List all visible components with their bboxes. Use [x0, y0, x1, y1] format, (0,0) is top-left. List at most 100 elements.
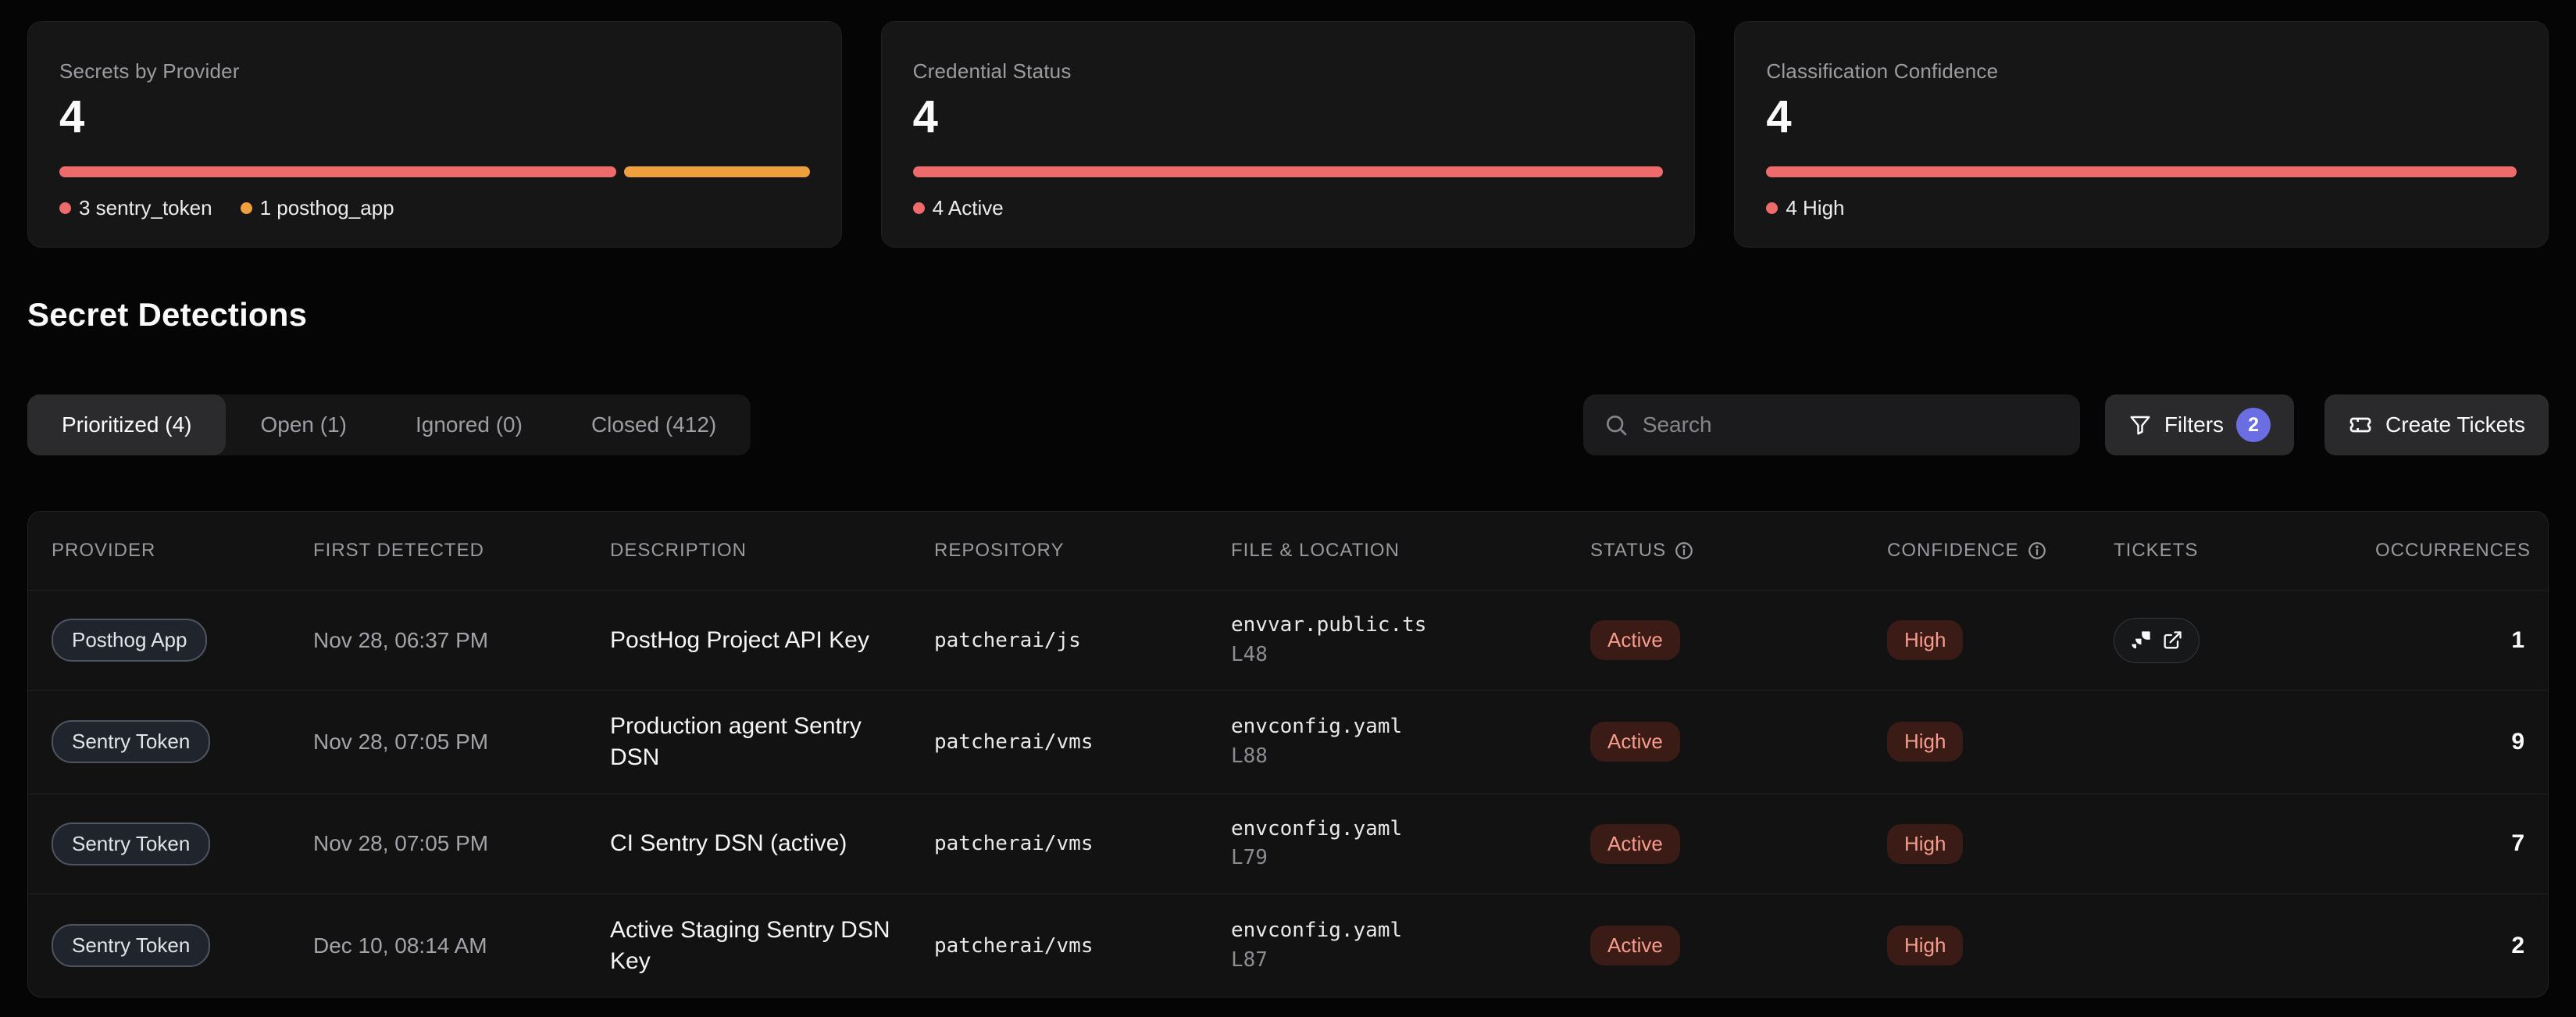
column-header-provider: PROVIDER [52, 540, 313, 562]
stat-card-bar [59, 166, 810, 177]
tab-ignored[interactable]: Ignored (0) [381, 394, 557, 455]
file-path: envconfig.yaml [1231, 916, 1590, 946]
confidence-cell: High [1887, 722, 2114, 762]
info-icon[interactable] [1674, 541, 1694, 561]
status-badge: Active [1590, 926, 1680, 965]
first-detected-cell: Nov 28, 07:05 PM [313, 831, 610, 856]
ticket-link-button[interactable] [2114, 618, 2200, 663]
filters-count-badge: 2 [2236, 408, 2271, 442]
confidence-cell: High [1887, 620, 2114, 660]
provider-badge: Sentry Token [52, 823, 210, 865]
file-location-cell: envconfig.yaml L88 [1231, 712, 1590, 771]
description-cell: CI Sentry DSN (active) [610, 828, 934, 859]
stat-card-legend: 3 sentry_token 1 posthog_app [59, 196, 810, 220]
column-header-file-location: FILE & LOCATION [1231, 540, 1590, 562]
ticket-icon [2348, 412, 2373, 437]
provider-badge: Sentry Token [52, 720, 210, 763]
status-cell: Active [1590, 620, 1887, 660]
provider-badge: Posthog App [52, 619, 207, 662]
column-header-first-detected: FIRST DETECTED [313, 540, 610, 562]
filter-funnel-icon [2128, 413, 2152, 437]
confidence-badge: High [1887, 722, 1963, 762]
occurrences-cell: 1 [2375, 627, 2524, 654]
tab-closed[interactable]: Closed (412) [557, 394, 751, 455]
status-cell: Active [1590, 824, 1887, 864]
status-badge: Active [1590, 722, 1680, 762]
bar-segment-posthog_app [624, 166, 810, 177]
stat-cards-row: Secrets by Provider 4 3 sentry_token 1 po… [27, 21, 2549, 248]
status-cell: Active [1590, 722, 1887, 762]
legend-item: 4 Active [913, 196, 1004, 220]
legend-item: 1 posthog_app [241, 196, 394, 220]
stat-card-value: 4 [59, 95, 810, 140]
table-row[interactable]: Sentry Token Nov 28, 07:05 PM CI Sentry … [28, 794, 2548, 894]
line-number: L79 [1231, 844, 1590, 873]
file-path: envconfig.yaml [1231, 712, 1590, 742]
page-title: Secret Detections [27, 296, 2549, 334]
line-number: L88 [1231, 742, 1590, 772]
provider-cell: Sentry Token [52, 720, 313, 763]
table-row[interactable]: Posthog App Nov 28, 06:37 PM PostHog Pro… [28, 590, 2548, 690]
search-box[interactable] [1583, 394, 2080, 455]
first-detected-cell: Nov 28, 06:37 PM [313, 628, 610, 653]
search-input[interactable] [1643, 412, 2060, 437]
legend-label: 4 High [1786, 196, 1844, 220]
stat-card-secrets-by-provider: Secrets by Provider 4 3 sentry_token 1 po… [27, 21, 842, 248]
stat-card-bar [913, 166, 1664, 177]
table-body: Posthog App Nov 28, 06:37 PM PostHog Pro… [28, 590, 2548, 997]
create-tickets-button[interactable]: Create Tickets [2324, 394, 2549, 455]
confidence-badge: High [1887, 620, 1963, 660]
column-header-confidence: CONFIDENCE [1887, 540, 2114, 562]
confidence-badge: High [1887, 926, 1963, 965]
occurrences-cell: 9 [2375, 729, 2524, 755]
file-location-cell: envvar.public.ts L48 [1231, 611, 1590, 669]
provider-badge: Sentry Token [52, 924, 210, 967]
description-cell: PostHog Project API Key [610, 625, 934, 656]
column-header-occurrences: OCCURRENCES [2375, 540, 2531, 562]
info-icon[interactable] [2027, 541, 2047, 561]
stat-card-title: Secrets by Provider [59, 59, 810, 84]
stat-card-title: Classification Confidence [1766, 59, 2517, 84]
provider-cell: Sentry Token [52, 823, 313, 865]
table-row[interactable]: Sentry Token Dec 10, 08:14 AM Active Sta… [28, 894, 2548, 997]
stat-card-title: Credential Status [913, 59, 1664, 84]
stat-card-classification-confidence: Classification Confidence 4 4 High [1734, 21, 2549, 248]
confidence-badge: High [1887, 824, 1963, 864]
jira-icon [2130, 630, 2152, 651]
legend-item: 4 High [1766, 196, 1844, 220]
occurrences-cell: 2 [2375, 933, 2524, 959]
bar-segment-Active [913, 166, 1664, 177]
legend-item: 3 sentry_token [59, 196, 212, 220]
column-header-tickets: TICKETS [2114, 540, 2375, 562]
provider-cell: Posthog App [52, 619, 313, 662]
tab-prioritized[interactable]: Prioritized (4) [27, 394, 226, 455]
toolbar: Prioritized (4) Open (1) Ignored (0) Clo… [27, 394, 2549, 455]
file-path: envvar.public.ts [1231, 611, 1590, 641]
search-icon [1604, 412, 1629, 437]
description-cell: Active Staging Sentry DSN Key [610, 915, 934, 976]
detections-table: PROVIDER FIRST DETECTED DESCRIPTION REPO… [27, 511, 2549, 997]
line-number: L48 [1231, 641, 1590, 670]
first-detected-cell: Nov 28, 07:05 PM [313, 730, 610, 755]
column-header-description: DESCRIPTION [610, 540, 934, 562]
stat-card-credential-status: Credential Status 4 4 Active [881, 21, 1696, 248]
tab-open[interactable]: Open (1) [226, 394, 381, 455]
confidence-cell: High [1887, 926, 2114, 965]
provider-cell: Sentry Token [52, 924, 313, 967]
stat-card-legend: 4 Active [913, 196, 1664, 220]
create-tickets-label: Create Tickets [2385, 412, 2525, 437]
filters-button[interactable]: Filters 2 [2105, 394, 2294, 455]
column-header-status: STATUS [1590, 540, 1887, 562]
legend-dot [913, 202, 925, 214]
description-cell: Production agent Sentry DSN [610, 711, 934, 773]
repository-cell: patcherai/vms [934, 832, 1231, 855]
table-row[interactable]: Sentry Token Nov 28, 07:05 PM Production… [28, 690, 2548, 793]
file-location-cell: envconfig.yaml L87 [1231, 916, 1590, 975]
legend-label: 4 Active [933, 196, 1004, 220]
line-number: L87 [1231, 946, 1590, 976]
repository-cell: patcherai/vms [934, 934, 1231, 958]
tickets-cell [2114, 618, 2375, 663]
bar-segment-sentry_token [59, 166, 616, 177]
column-header-repository: REPOSITORY [934, 540, 1231, 562]
bar-segment-High [1766, 166, 2517, 177]
